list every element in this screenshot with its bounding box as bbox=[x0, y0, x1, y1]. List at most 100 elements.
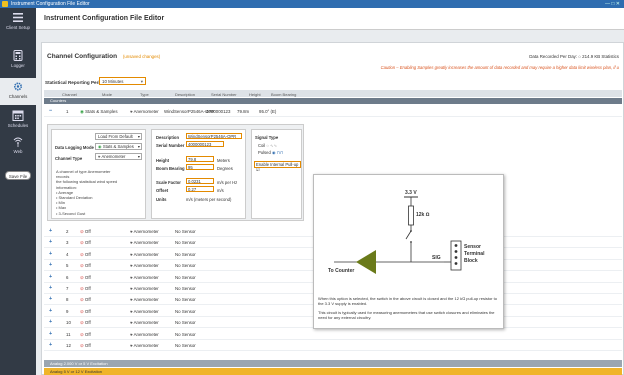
type-cell: ⚹ Anemometer bbox=[130, 340, 159, 351]
group-header-analog-b[interactable]: Analog 5 V or 12 V Excitation bbox=[44, 368, 622, 375]
sidebar-item-web[interactable]: Web bbox=[0, 136, 36, 154]
sidebar-item-logger[interactable]: Logger bbox=[0, 50, 36, 68]
data-logging-mode-value: Stats & Samples bbox=[102, 144, 134, 149]
description-input[interactable]: WindSensorP2546A-OPR bbox=[186, 133, 242, 139]
expand-button[interactable]: + bbox=[49, 272, 52, 283]
chevron-down-icon: ▾ bbox=[137, 134, 140, 139]
checkbox-checked-icon[interactable]: ☑ bbox=[256, 167, 260, 172]
signal-coil-label: Coil bbox=[258, 143, 266, 148]
height-input[interactable]: 79.8 bbox=[186, 156, 214, 162]
data-logging-mode-select[interactable]: ◉ Stats & Samples ▾ bbox=[95, 143, 142, 150]
type-cell: ⚹ Anemometer bbox=[130, 317, 159, 328]
signal-type-label: Signal Type bbox=[255, 135, 279, 140]
type-text: Anemometer bbox=[133, 320, 159, 326]
channel-type-description: A channel of type Anemometer records the… bbox=[56, 169, 118, 216]
expand-button[interactable]: + bbox=[49, 306, 52, 317]
collapse-button[interactable]: − bbox=[49, 106, 52, 117]
type-cell: ⚹ Anemometer bbox=[130, 306, 159, 317]
channel-number: 4 bbox=[66, 251, 69, 257]
radio-on-icon: ◉ ⊓⊓ bbox=[271, 150, 284, 155]
sidebar-item-client-setup[interactable]: Client Setup bbox=[0, 12, 36, 30]
sidebar-item-channels[interactable]: Channels bbox=[0, 78, 36, 105]
table-header: Channel Mode Type Description Serial Num… bbox=[44, 90, 622, 97]
column-header[interactable]: Description bbox=[175, 92, 195, 97]
channel-number: 5 bbox=[66, 263, 69, 269]
mode-text: Off bbox=[84, 331, 91, 337]
description-cell: No Sensor bbox=[175, 229, 196, 234]
column-header[interactable]: Type bbox=[140, 92, 149, 97]
window-titlebar: Instrument Configuration File Editor — □… bbox=[0, 0, 624, 8]
expand-button[interactable]: + bbox=[49, 329, 52, 340]
type-cell: ⚹ Anemometer bbox=[130, 226, 159, 237]
sensor-block-label: Block bbox=[464, 258, 478, 264]
popup-note: This circuit is typically used for measu… bbox=[318, 310, 495, 321]
type-text: Anemometer bbox=[133, 297, 159, 303]
load-from-default-select[interactable]: Load From Default ▾ bbox=[95, 133, 142, 140]
type-text: Anemometer bbox=[133, 274, 159, 280]
sidebar-label: Logger bbox=[11, 63, 25, 68]
table-row[interactable]: +12 ⊘ Off ⚹ Anemometer No Sensor bbox=[44, 340, 622, 351]
stat-period-select[interactable]: 10 Minutes ▾ bbox=[99, 77, 146, 85]
sidebar-label: Channels bbox=[8, 94, 28, 99]
save-file-button[interactable]: Save File bbox=[5, 171, 31, 180]
column-header[interactable]: Serial Number bbox=[211, 92, 237, 97]
expand-button[interactable]: + bbox=[49, 317, 52, 328]
mode-text: Off bbox=[84, 251, 91, 257]
scale-factor-unit: m/s per Hz bbox=[217, 180, 238, 185]
column-header[interactable]: Channel bbox=[62, 92, 77, 97]
table-row[interactable]: +11 ⊘ Off ⚹ Anemometer No Sensor bbox=[44, 329, 622, 340]
expand-button[interactable]: + bbox=[49, 283, 52, 294]
group-header-analog-a[interactable]: Analog 2.000 V or 5 V Excitation bbox=[44, 360, 622, 367]
group-header-counters: Counters bbox=[44, 98, 622, 104]
offset-input[interactable]: 0.27 bbox=[186, 186, 214, 192]
scale-factor-input[interactable]: 0.0231 bbox=[186, 178, 214, 184]
column-header[interactable]: Height bbox=[249, 92, 261, 97]
signal-pulsed-option[interactable]: Pulsed ◉ ⊓⊓ bbox=[258, 150, 283, 155]
units-label: Units bbox=[156, 197, 167, 202]
caution-text: Caution – Enabling Samples greatly incre… bbox=[380, 65, 619, 70]
data-recorded-per-day: Data Recorded Per Day: ○ 214.9 KB Statis… bbox=[529, 54, 619, 59]
sidebar-label: Web bbox=[13, 149, 23, 154]
expand-button[interactable]: + bbox=[49, 340, 52, 351]
channel-number: 10 bbox=[66, 320, 71, 326]
channel-number: 11 bbox=[66, 331, 71, 337]
offset-unit: m/s bbox=[217, 188, 224, 193]
column-header[interactable]: Mode bbox=[102, 92, 112, 97]
expand-button[interactable]: + bbox=[49, 260, 52, 271]
mode-cell: ⊘ Off bbox=[80, 306, 91, 317]
pullup-label: Enable Internal Pull-up bbox=[256, 162, 299, 167]
expand-button[interactable]: + bbox=[49, 237, 52, 248]
type-text: Anemometer bbox=[133, 343, 159, 348]
mode-cell: ⊘ Off bbox=[80, 329, 91, 340]
sensor-block-label: Terminal bbox=[464, 251, 485, 257]
serial-input[interactable]: 4000000123 bbox=[186, 141, 224, 147]
sidebar-item-schedules[interactable]: Schedules bbox=[0, 110, 36, 128]
table-row[interactable]: − 1 ◉ Stats & Samples ⚹ Anemometer WindS… bbox=[44, 106, 622, 117]
mode-text: Off bbox=[84, 320, 91, 326]
expand-button[interactable]: + bbox=[49, 226, 52, 237]
column-header[interactable]: Boom Bearing bbox=[271, 92, 296, 97]
expand-button[interactable]: + bbox=[49, 294, 52, 305]
expand-button[interactable]: + bbox=[49, 249, 52, 260]
type-text: Anemometer bbox=[133, 251, 159, 257]
description-cell: No Sensor bbox=[175, 240, 196, 246]
channel-type-select[interactable]: ⚹ Anemometer ▾ bbox=[95, 153, 142, 160]
mode-text: Off bbox=[84, 286, 91, 291]
sig-label: SIG bbox=[432, 255, 441, 261]
mode-text: Stats & Samples bbox=[85, 109, 118, 114]
description-cell: No Sensor bbox=[175, 343, 196, 348]
mode-cell: ◉ Stats & Samples bbox=[80, 106, 118, 117]
window-controls[interactable]: — □ ✕ bbox=[605, 0, 620, 8]
sidebar: Client Setup Logger Channels Schedules W… bbox=[0, 8, 36, 375]
signal-coil-option[interactable]: Coil ○ ∿∿ bbox=[258, 143, 277, 148]
window-title: Instrument Configuration File Editor bbox=[11, 1, 90, 7]
boom-bearing-input[interactable]: 95 bbox=[186, 164, 214, 170]
mode-text: Off bbox=[84, 343, 91, 348]
wireless-icon bbox=[13, 137, 23, 147]
section-title: Channel Configuration (unsaved changes) bbox=[47, 53, 160, 60]
sensor-block-label: Sensor bbox=[464, 244, 481, 250]
type-cell: ⚹ Anemometer bbox=[130, 329, 159, 340]
popup-note: When this option is selected, the switch… bbox=[318, 296, 497, 307]
description-cell: No Sensor bbox=[175, 297, 196, 303]
pullup-option[interactable]: Enable Internal Pull-up ☑ bbox=[254, 161, 301, 172]
